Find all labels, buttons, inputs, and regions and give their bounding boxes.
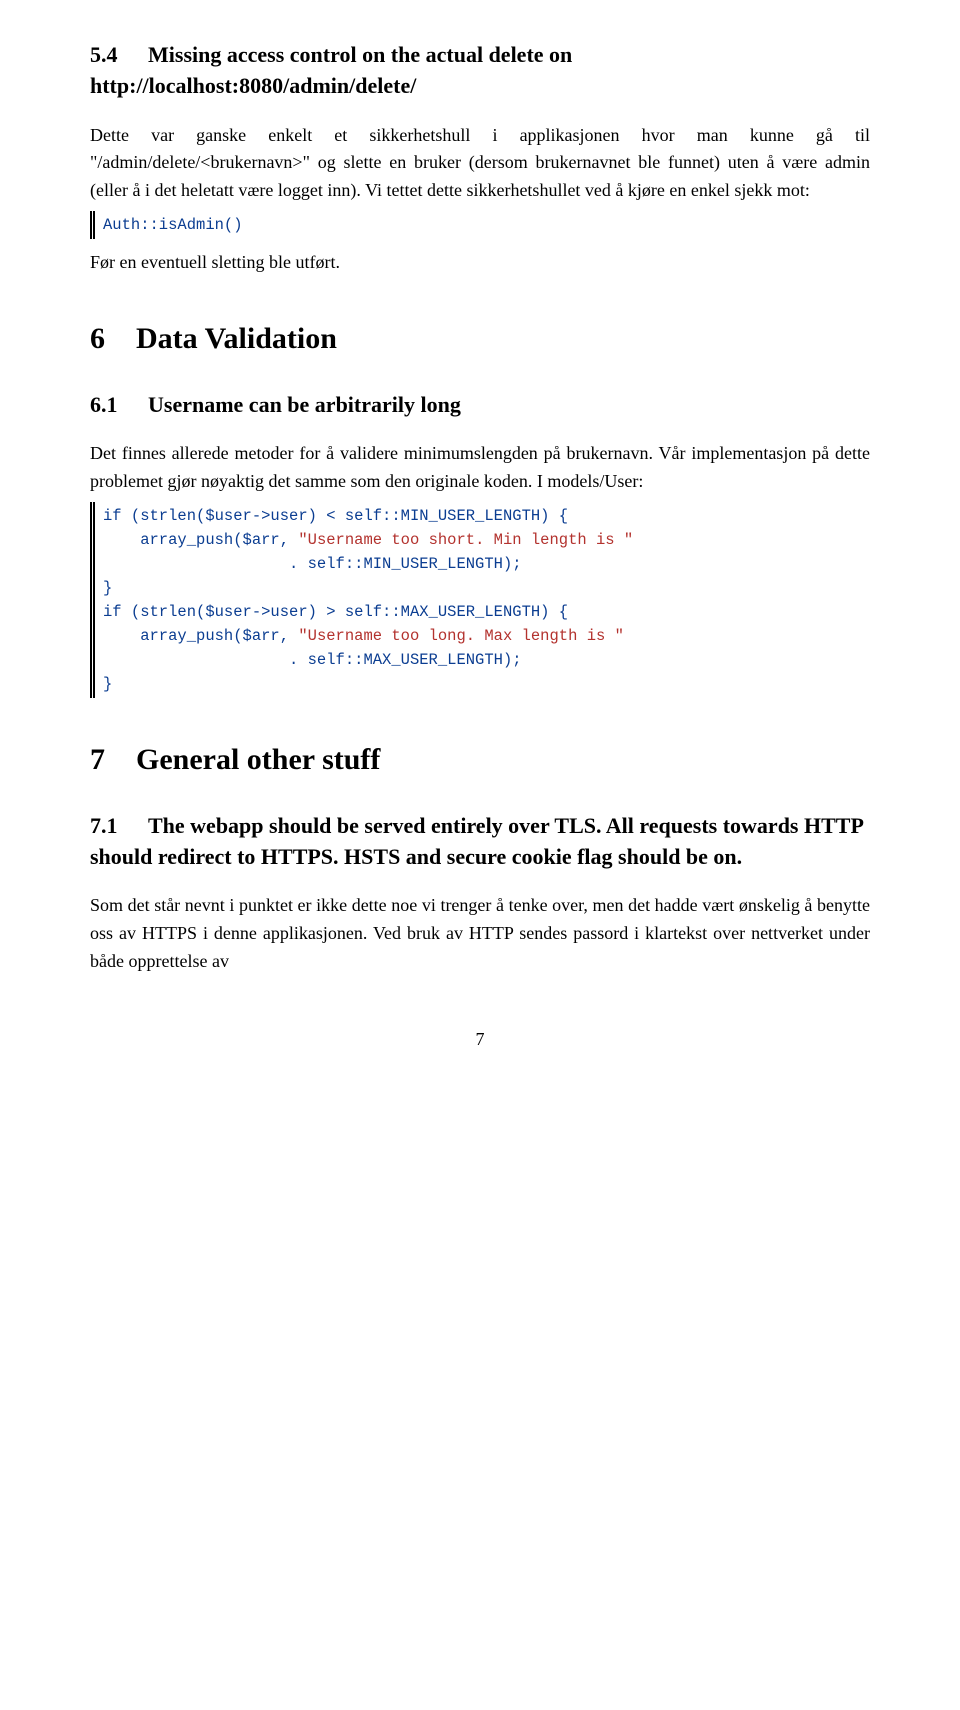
- code-l3: . self::MIN_USER_LENGTH);: [103, 555, 522, 573]
- code-block-userlength: if (strlen($user->user) < self::MIN_USER…: [90, 502, 870, 698]
- code-l7: . self::MAX_USER_LENGTH);: [103, 651, 522, 669]
- section-6-number: 6: [90, 319, 136, 360]
- code-l5: if (strlen($user->user) > self::MAX_USER…: [103, 603, 568, 621]
- sec54-paragraph-1: Dette var ganske enkelt et sikkerhetshul…: [90, 122, 870, 206]
- subsection-6-1-heading: 6.1Username can be arbitrarily long: [90, 390, 870, 421]
- section-6-title: Data Validation: [136, 322, 337, 355]
- code-l2b: "Username too short. Min length is ": [298, 531, 633, 549]
- code-l4: }: [103, 579, 112, 597]
- subsection-5-4-title: Missing access control on the actual del…: [90, 42, 572, 98]
- subsection-7-1-title: The webapp should be served entirely ove…: [90, 813, 863, 869]
- subsection-5-4-heading: 5.4Missing access control on the actual …: [90, 40, 870, 102]
- code-block-auth: Auth::isAdmin(): [90, 211, 870, 239]
- subsection-6-1-number: 6.1: [90, 390, 148, 421]
- sec54-paragraph-2: Før en eventuell sletting ble utført.: [90, 249, 870, 277]
- code-l6a: array_push($arr,: [103, 627, 298, 645]
- subsection-5-4-number: 5.4: [90, 40, 148, 71]
- subsection-7-1-number: 7.1: [90, 811, 148, 842]
- code-auth-line: Auth::isAdmin(): [103, 216, 243, 234]
- code-l1: if (strlen($user->user) < self::MIN_USER…: [103, 507, 568, 525]
- page-number: 7: [90, 1026, 870, 1054]
- subsection-7-1-heading: 7.1The webapp should be served entirely …: [90, 811, 870, 873]
- subsection-6-1-title: Username can be arbitrarily long: [148, 392, 461, 417]
- code-l2a: array_push($arr,: [103, 531, 298, 549]
- sec61-paragraph-1: Det finnes allerede metoder for å valide…: [90, 440, 870, 496]
- sec71-paragraph-1: Som det står nevnt i punktet er ikke det…: [90, 892, 870, 976]
- code-l6b: "Username too long. Max length is ": [298, 627, 624, 645]
- code-l8: }: [103, 675, 112, 693]
- section-6-heading: 6Data Validation: [90, 319, 870, 360]
- section-7-heading: 7General other stuff: [90, 740, 870, 781]
- section-7-number: 7: [90, 740, 136, 781]
- section-7-title: General other stuff: [136, 743, 380, 776]
